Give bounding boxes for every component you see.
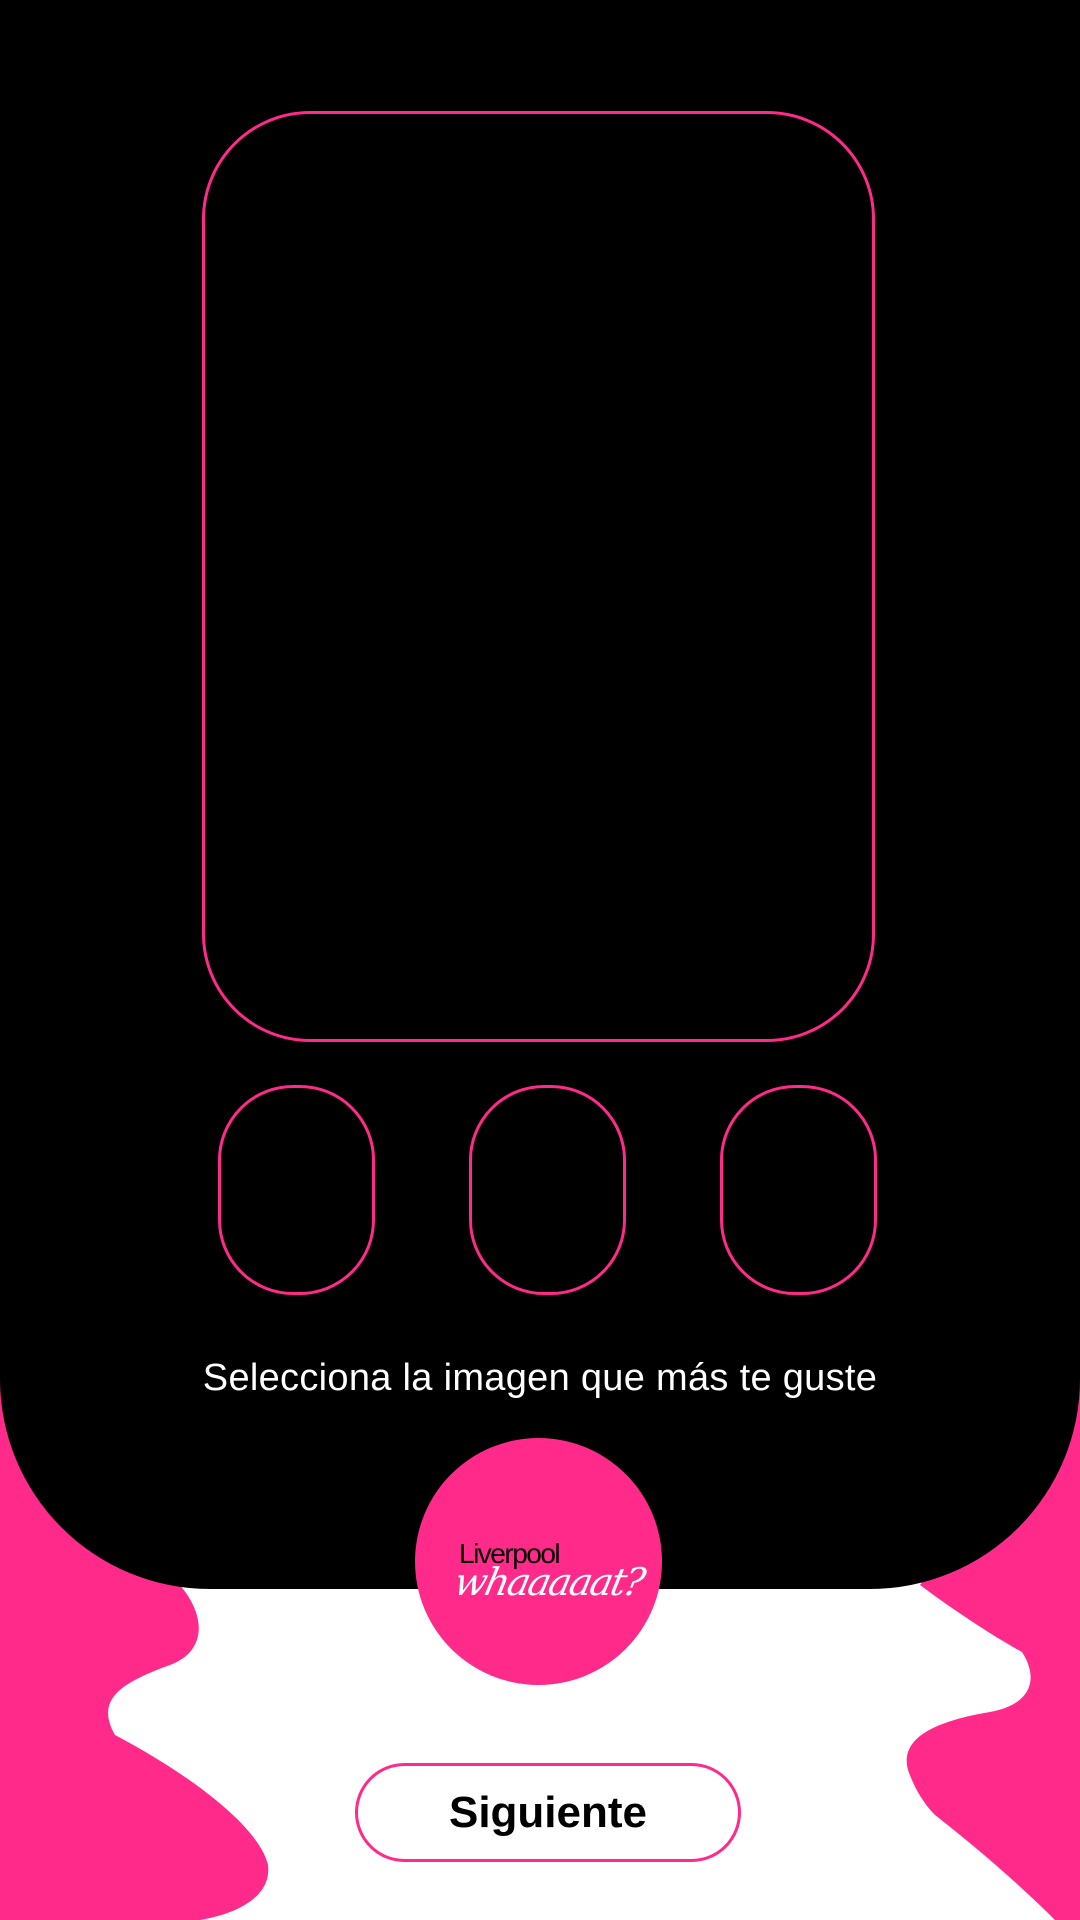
image-option-1[interactable] xyxy=(218,1085,375,1295)
main-image-frame[interactable] xyxy=(202,111,875,1042)
logo-script-text: whaaaaat? xyxy=(450,1560,648,1604)
next-button[interactable]: Siguiente xyxy=(355,1763,741,1862)
image-option-3[interactable] xyxy=(720,1085,877,1295)
instruction-text: Selecciona la imagen que más te guste xyxy=(202,1357,878,1399)
image-option-2[interactable] xyxy=(469,1085,626,1295)
image-selection-panel: Selecciona la imagen que más te guste xyxy=(0,0,1080,1589)
liverpool-whaaaaat-logo: Liverpool whaaaaat? xyxy=(415,1438,662,1685)
